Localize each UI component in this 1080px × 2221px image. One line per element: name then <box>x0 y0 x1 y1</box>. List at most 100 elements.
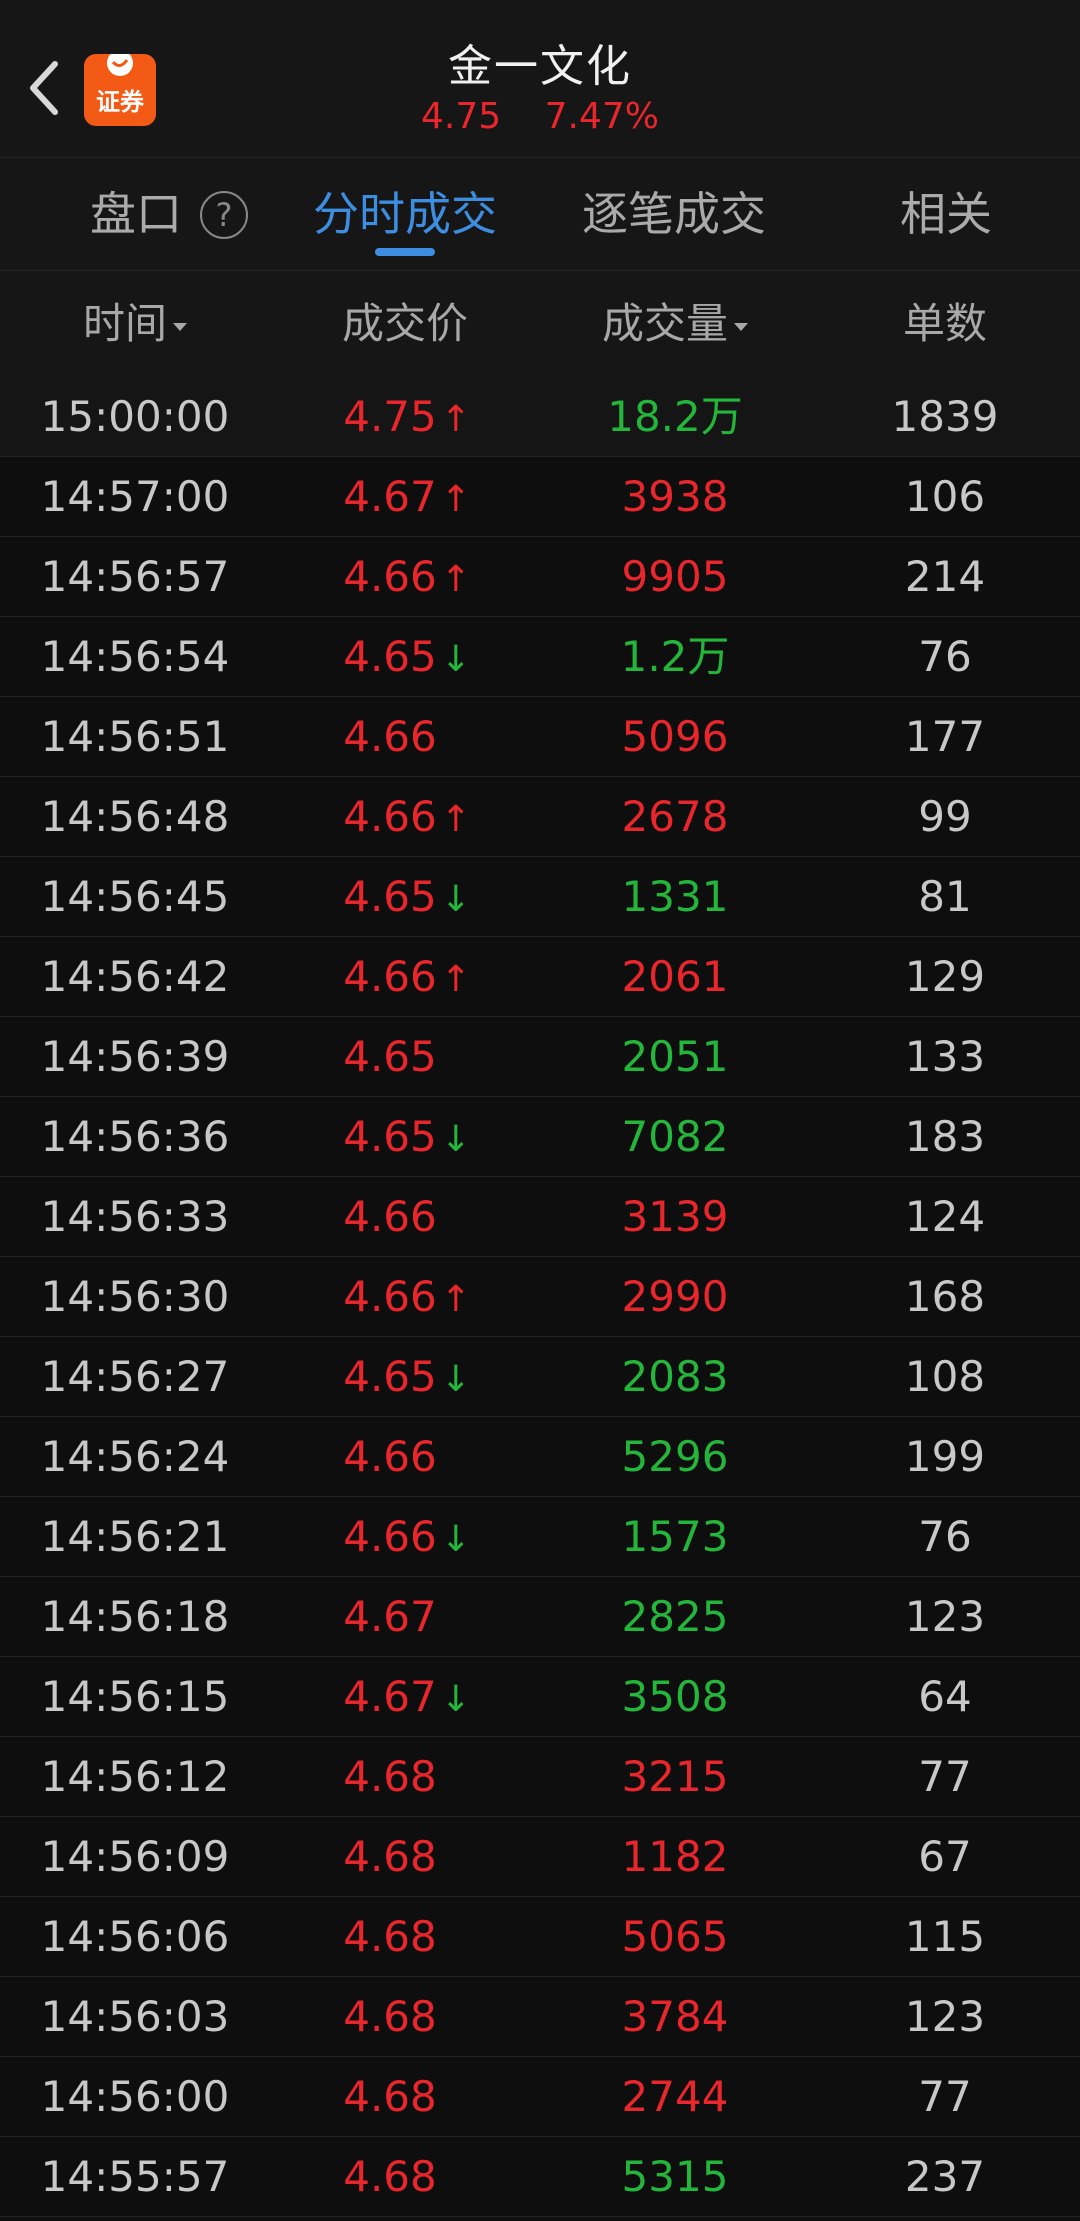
trade-price-value: 4.68 <box>343 1832 437 1881</box>
tab-order-book[interactable]: 盘口? <box>90 158 248 270</box>
trade-price-value: 4.65 <box>343 872 437 921</box>
arrow-down-icon: ↓ <box>440 639 471 680</box>
trade-time: 14:57:00 <box>40 472 230 521</box>
table-row[interactable]: 14:56:18 4.67 2825 123 <box>0 1577 1080 1657</box>
caret-down-icon <box>734 322 748 331</box>
table-row[interactable]: 14:56:03 4.68 3784 123 <box>0 1977 1080 2057</box>
trade-count: 133 <box>904 1032 986 1081</box>
table-row[interactable]: 14:56:33 4.66 3139 124 <box>0 1177 1080 1257</box>
trade-count: 129 <box>904 952 986 1001</box>
trade-time: 14:56:09 <box>40 1832 230 1881</box>
table-row[interactable]: 14:56:27 4.65 ↓ 2083 108 <box>0 1337 1080 1417</box>
trade-volume: 7082 <box>621 1112 729 1161</box>
trade-price: 4.68 <box>270 1897 540 1976</box>
trade-price-value: 4.68 <box>343 1752 437 1801</box>
table-row[interactable]: 14:56:06 4.68 5065 115 <box>0 1897 1080 1977</box>
table-row[interactable]: 14:56:09 4.68 1182 67 <box>0 1817 1080 1897</box>
trade-price: 4.65 ↓ <box>270 857 540 936</box>
trade-time: 14:56:54 <box>40 632 230 681</box>
trade-price-value: 4.66 <box>343 552 437 601</box>
tab-related[interactable]: 相关 <box>900 158 992 270</box>
arrow-up-icon: ↑ <box>440 479 471 520</box>
table-row[interactable]: 14:56:54 4.65 ↓ 1.2万 76 <box>0 617 1080 697</box>
arrow-up-icon: ↑ <box>440 399 471 440</box>
trade-count: 1839 <box>891 392 999 441</box>
column-price-label: 成交价 <box>341 299 468 348</box>
tab-tick-trades[interactable]: 逐笔成交 <box>582 158 766 270</box>
table-row[interactable]: 14:56:39 4.65 2051 133 <box>0 1017 1080 1097</box>
trade-price-value: 4.68 <box>343 2152 437 2201</box>
tab-bar: 盘口? 分时成交 逐笔成交 相关 <box>0 158 1080 271</box>
trade-volume: 5315 <box>621 2152 729 2201</box>
trade-price: 4.66 ↑ <box>270 537 540 616</box>
table-row[interactable]: 14:56:57 4.66 ↑ 9905 214 <box>0 537 1080 617</box>
trade-price: 4.68 <box>270 1737 540 1816</box>
caret-down-icon <box>173 322 187 331</box>
table-row[interactable]: 14:56:45 4.65 ↓ 1331 81 <box>0 857 1080 937</box>
trade-time: 14:56:03 <box>40 1992 230 2041</box>
trade-price: 4.65 ↓ <box>270 617 540 696</box>
trade-time: 14:56:24 <box>40 1432 230 1481</box>
arrow-up-icon: ↑ <box>440 1279 471 1320</box>
trade-price-value: 4.68 <box>343 2072 437 2121</box>
table-row[interactable]: 14:56:51 4.66 5096 177 <box>0 697 1080 777</box>
trade-count: 199 <box>904 1432 986 1481</box>
trade-time: 14:56:18 <box>40 1592 230 1641</box>
trade-volume: 3784 <box>621 1992 729 2041</box>
trade-volume: 2083 <box>621 1352 729 1401</box>
arrow-down-icon: ↓ <box>440 1359 471 1400</box>
current-price: 4.75 <box>421 96 502 137</box>
trade-price: 4.65 <box>270 1017 540 1096</box>
table-row[interactable]: 14:56:24 4.66 5296 199 <box>0 1417 1080 1497</box>
table-row[interactable]: 15:00:00 4.75 ↑ 18.2万 1839 <box>0 377 1080 457</box>
trade-time: 15:00:00 <box>40 392 230 441</box>
trade-volume: 3938 <box>621 472 729 521</box>
column-time-sort[interactable]: 时间 <box>0 271 270 377</box>
column-volume-label: 成交量 <box>601 299 728 348</box>
trade-count: 99 <box>918 792 972 841</box>
trade-price: 4.65 ↓ <box>270 1337 540 1416</box>
active-tab-indicator <box>375 248 435 256</box>
trade-volume: 5096 <box>621 712 729 761</box>
trade-volume: 2990 <box>621 1272 729 1321</box>
arrow-down-icon: ↓ <box>440 1119 471 1160</box>
trade-price: 4.66 ↓ <box>270 1497 540 1576</box>
trade-list[interactable]: 15:00:00 4.75 ↑ 18.2万 1839 14:57:00 4.67 ↑ 3938 1… <box>0 377 1080 2217</box>
trade-price: 4.67 <box>270 1577 540 1656</box>
arrow-up-icon: ↑ <box>440 959 471 1000</box>
table-row[interactable]: 14:56:42 4.66 ↑ 2061 129 <box>0 937 1080 1017</box>
trade-volume: 5065 <box>621 1912 729 1961</box>
trade-time: 14:56:00 <box>40 2072 230 2121</box>
table-row[interactable]: 14:56:15 4.67 ↓ 3508 64 <box>0 1657 1080 1737</box>
trade-count: 77 <box>918 1752 972 1801</box>
trade-price-value: 4.68 <box>343 1912 437 1961</box>
table-row[interactable]: 14:56:00 4.68 2744 77 <box>0 2057 1080 2137</box>
trade-count: 108 <box>904 1352 986 1401</box>
trade-count: 237 <box>904 2152 986 2201</box>
column-price: 成交价 <box>270 271 540 377</box>
trade-price: 4.67 ↑ <box>270 457 540 536</box>
table-row[interactable]: 14:57:00 4.67 ↑ 3938 106 <box>0 457 1080 537</box>
trade-time: 14:56:51 <box>40 712 230 761</box>
table-row[interactable]: 14:56:12 4.68 3215 77 <box>0 1737 1080 1817</box>
trade-volume: 3139 <box>621 1192 729 1241</box>
trade-time: 14:56:30 <box>40 1272 230 1321</box>
trade-time: 14:56:57 <box>40 552 230 601</box>
trade-time: 14:56:42 <box>40 952 230 1001</box>
arrow-down-icon: ↓ <box>440 1679 471 1720</box>
column-volume-sort[interactable]: 成交量 <box>540 271 810 377</box>
trade-price: 4.75 ↑ <box>270 377 540 456</box>
table-row[interactable]: 14:56:21 4.66 ↓ 1573 76 <box>0 1497 1080 1577</box>
trade-time: 14:56:06 <box>40 1912 230 1961</box>
tab-intraday-trades-label: 分时成交 <box>313 187 497 241</box>
help-icon[interactable]: ? <box>200 190 248 239</box>
table-row[interactable]: 14:55:57 4.68 5315 237 <box>0 2137 1080 2217</box>
table-row[interactable]: 14:56:48 4.66 ↑ 2678 99 <box>0 777 1080 857</box>
trade-time: 14:56:12 <box>40 1752 230 1801</box>
trade-count: 177 <box>904 712 986 761</box>
table-row[interactable]: 14:56:30 4.66 ↑ 2990 168 <box>0 1257 1080 1337</box>
table-row[interactable]: 14:56:36 4.65 ↓ 7082 183 <box>0 1097 1080 1177</box>
trade-count: 81 <box>918 872 972 921</box>
trade-count: 106 <box>904 472 986 521</box>
trade-price-value: 4.65 <box>343 1352 437 1401</box>
